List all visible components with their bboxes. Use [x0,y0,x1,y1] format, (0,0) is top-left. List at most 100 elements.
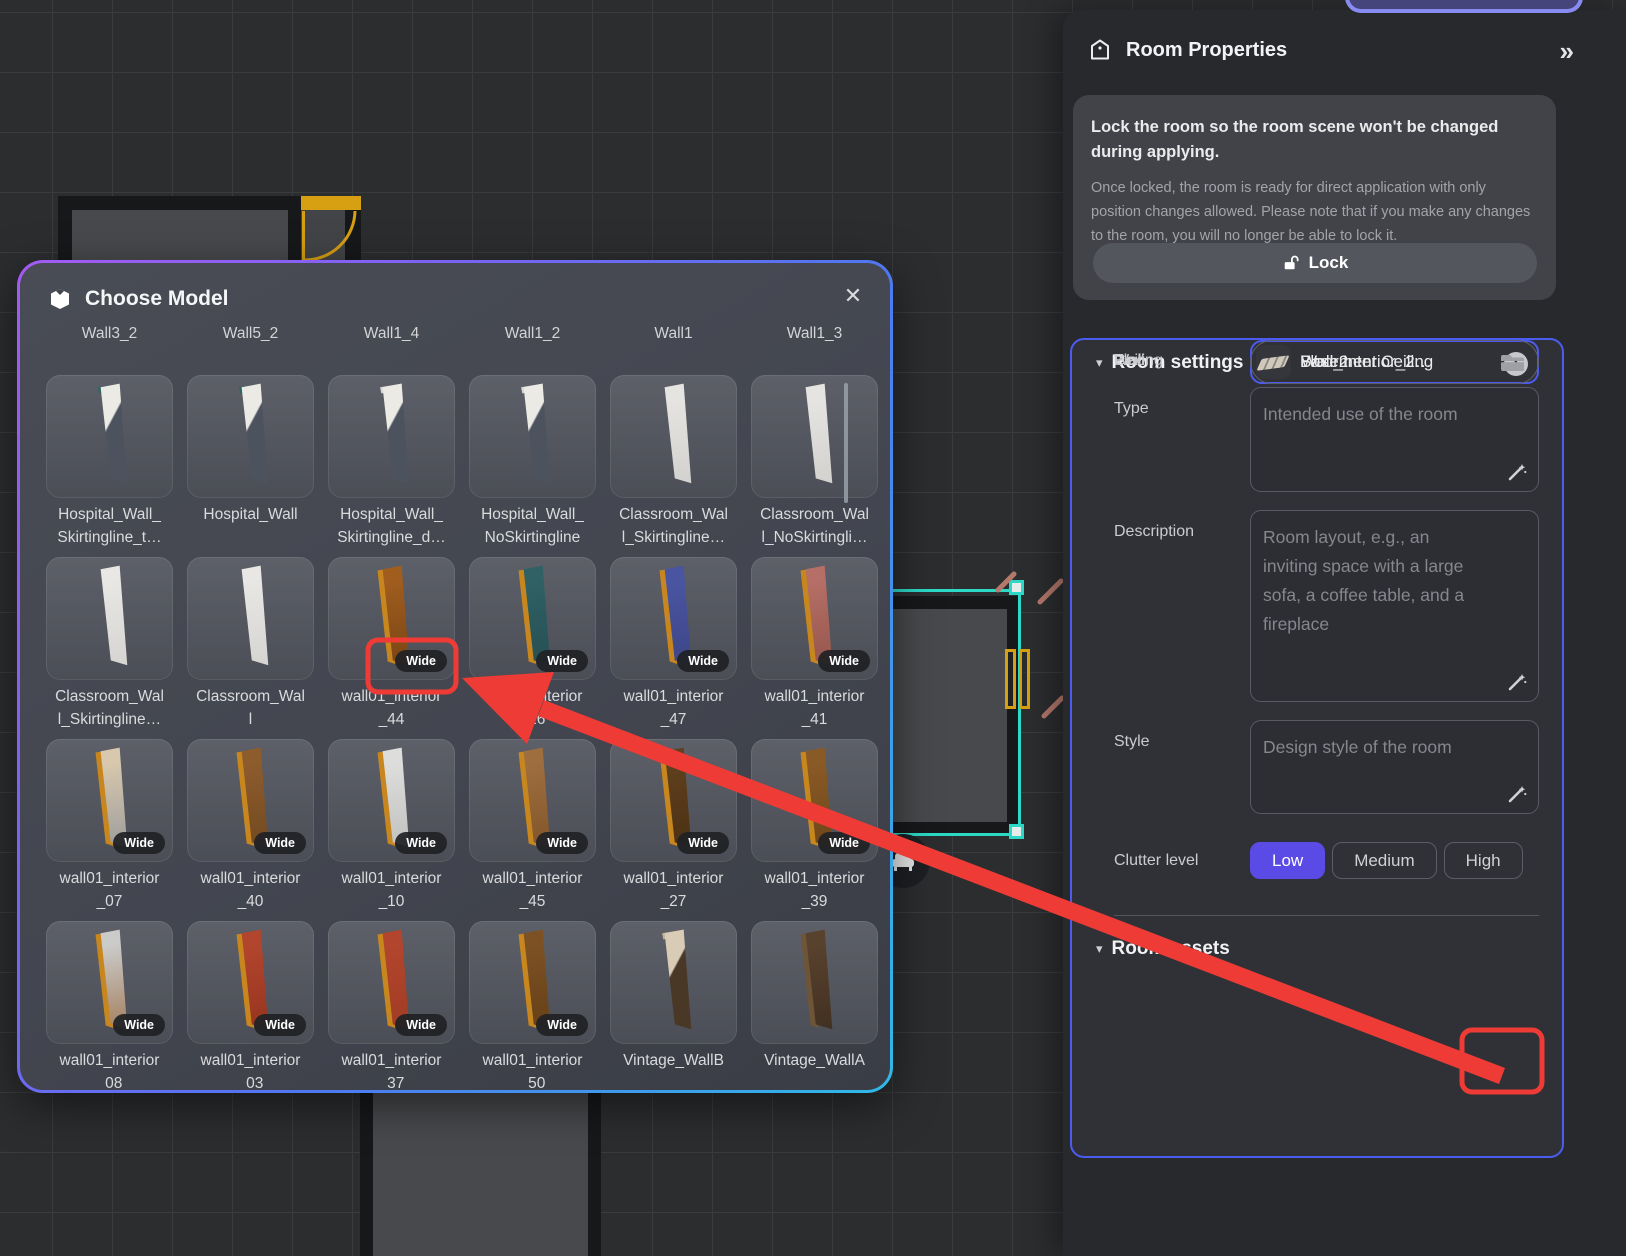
panel-header: Room Properties [1088,34,1598,66]
clutter-option-button[interactable]: High [1444,842,1523,879]
magic-wand-icon[interactable] [1506,461,1528,483]
wall-wedge-face [610,921,737,1044]
model-card[interactable]: Wide wall01_interior _39 [751,739,878,921]
model-name-line1: wall01_interior [187,1049,314,1072]
model-thumbnail[interactable]: Wide [610,375,737,498]
model-card[interactable]: Wide wall01_interior _08 [46,921,173,1090]
model-card[interactable]: Wide Hospital_Wall_ Skirtingline_d… [328,375,455,557]
model-card[interactable]: Wide wall01_interior _50 [469,921,596,1090]
model-name-line2: _10 [328,890,455,913]
type-input[interactable]: Intended use of the room [1250,387,1539,492]
model-card[interactable]: Wide wall01_interior _40 [187,739,314,921]
wall-wedge-face [46,375,173,498]
model-card[interactable]: Wide wall01_interior _45 [469,739,596,921]
modal-scrollbar[interactable] [844,383,848,503]
wall-wedge-face [328,375,455,498]
magic-wand-icon[interactable] [1506,671,1528,693]
model-thumbnail[interactable]: Wide [46,375,173,498]
model-card[interactable]: Wide Vintage_WallA [751,921,878,1090]
model-thumbnail[interactable]: Wide [610,921,737,1044]
model-thumbnail[interactable]: Wide [469,557,596,680]
model-card[interactable]: Wide wall01_interior _41 [751,557,878,739]
collapse-caret-icon[interactable]: ▾ [1096,941,1103,957]
model-card[interactable]: Wide Classroom_Wal l_Skirtingline… [610,375,737,557]
model-thumbnail[interactable]: Wide [751,557,878,680]
model-thumbnail[interactable]: Wide [187,921,314,1044]
model-name-line1: Vintage_WallB [610,1049,737,1072]
model-thumbnail[interactable]: Wide [46,557,173,680]
model-thumbnail[interactable]: Wide [328,375,455,498]
asset-picker[interactable]: Floor2 [1250,340,1539,384]
model-name-line2: _07 [46,890,173,913]
description-input[interactable]: Room layout, e.g., an inviting space wit… [1250,510,1539,702]
model-card[interactable]: Wide wall01_interior _44 [328,557,455,739]
model-thumbnail[interactable]: Wide [469,375,596,498]
wide-badge: Wide [395,832,447,854]
model-thumbnail[interactable]: Wide [610,557,737,680]
model-name-line2: Skirtingline_t… [46,526,173,549]
model-card[interactable]: Wide wall01_interior _26 [469,557,596,739]
wall-wedge-face [187,375,314,498]
collapse-panel-button[interactable]: » [1560,36,1571,67]
model-card[interactable]: Wide Classroom_Wal l [187,557,314,739]
model-card[interactable]: Wide Classroom_Wal l_Skirtingline… [46,557,173,739]
model-name-line1: Hospital_Wall [187,503,314,526]
room-assets-header[interactable]: ▾ Room assets [1096,938,1230,960]
model-card[interactable]: Wide wall01_interior _03 [187,921,314,1090]
description-placeholder: Room layout, e.g., an inviting space wit… [1263,523,1481,639]
model-card[interactable]: Wide wall01_interior _10 [328,739,455,921]
lock-button[interactable]: Lock [1093,243,1537,283]
model-name-line2: _47 [610,708,737,731]
wide-badge: Wide [254,1014,306,1036]
model-thumbnail[interactable]: Wide [187,557,314,680]
model-card[interactable]: Wide wall01_interior _47 [610,557,737,739]
wide-badge: Wide [536,1014,588,1036]
folder-icon[interactable] [1500,351,1526,373]
close-icon[interactable]: ✕ [836,279,870,313]
model-name-line1: wall01_interior [610,685,737,708]
model-thumbnail[interactable]: Wide [751,921,878,1044]
style-input[interactable]: Design style of the room [1250,720,1539,814]
room-icon [1088,38,1112,62]
model-card[interactable]: Wide wall01_interior _07 [46,739,173,921]
wide-badge: Wide [113,1014,165,1036]
model-card[interactable]: Wide Vintage_WallB [610,921,737,1090]
model-card[interactable]: Wide wall01_interior _37 [328,921,455,1090]
asset-label: Floor [1114,352,1150,370]
model-thumbnail[interactable]: Wide [610,739,737,862]
model-name-line1: wall01_interior [751,685,878,708]
model-name-line2: _45 [469,890,596,913]
model-name-line2: l_Skirtingline… [46,708,173,731]
model-thumbnail[interactable]: Wide [469,739,596,862]
model-thumbnail[interactable]: Wide [328,739,455,862]
model-card[interactable]: Wide wall01_interior _27 [610,739,737,921]
modal-title: Choose Model [85,287,229,311]
clutter-option-button[interactable]: Medium [1332,842,1436,879]
model-card[interactable]: Wide Hospital_Wall_ NoSkirtingline [469,375,596,557]
top-toolbar-partial[interactable] [1345,0,1583,13]
model-card[interactable]: Wide Classroom_Wal l_NoSkirtingli… [751,375,878,557]
wall-wedge-face [610,375,737,498]
asset-value: Floor2 [1300,352,1490,372]
model-name-line1: wall01_interior [751,867,878,890]
model-thumbnail[interactable]: Wide [751,739,878,862]
model-thumbnail[interactable]: Wide [187,739,314,862]
model-thumbnail[interactable]: Wide [187,375,314,498]
lock-card-body: Once locked, the room is ready for direc… [1091,176,1531,248]
model-thumbnail[interactable]: Wide [469,921,596,1044]
magic-wand-icon[interactable] [1506,783,1528,805]
clutter-option-button[interactable]: Low [1250,842,1325,879]
model-name-line2: _26 [469,708,596,731]
model-name-line1: wall01_interior [46,867,173,890]
choose-model-modal: Choose Model ✕ Wall3_2 Wall5_2 Wall1_4 W… [17,260,893,1093]
model-thumbnail[interactable]: Wide [46,739,173,862]
model-thumbnail[interactable]: Wide [751,375,878,498]
model-thumbnail[interactable]: Wide [46,921,173,1044]
model-column-label: Wall1_2 [469,325,596,343]
model-card[interactable]: Wide Hospital_Wall_ Skirtingline_t… [46,375,173,557]
model-thumbnail[interactable]: Wide [328,921,455,1044]
model-name-line2: _03 [187,1072,314,1090]
model-name-line1: Classroom_Wal [46,685,173,708]
model-card[interactable]: Wide Hospital_Wall [187,375,314,557]
model-thumbnail[interactable]: Wide [328,557,455,680]
